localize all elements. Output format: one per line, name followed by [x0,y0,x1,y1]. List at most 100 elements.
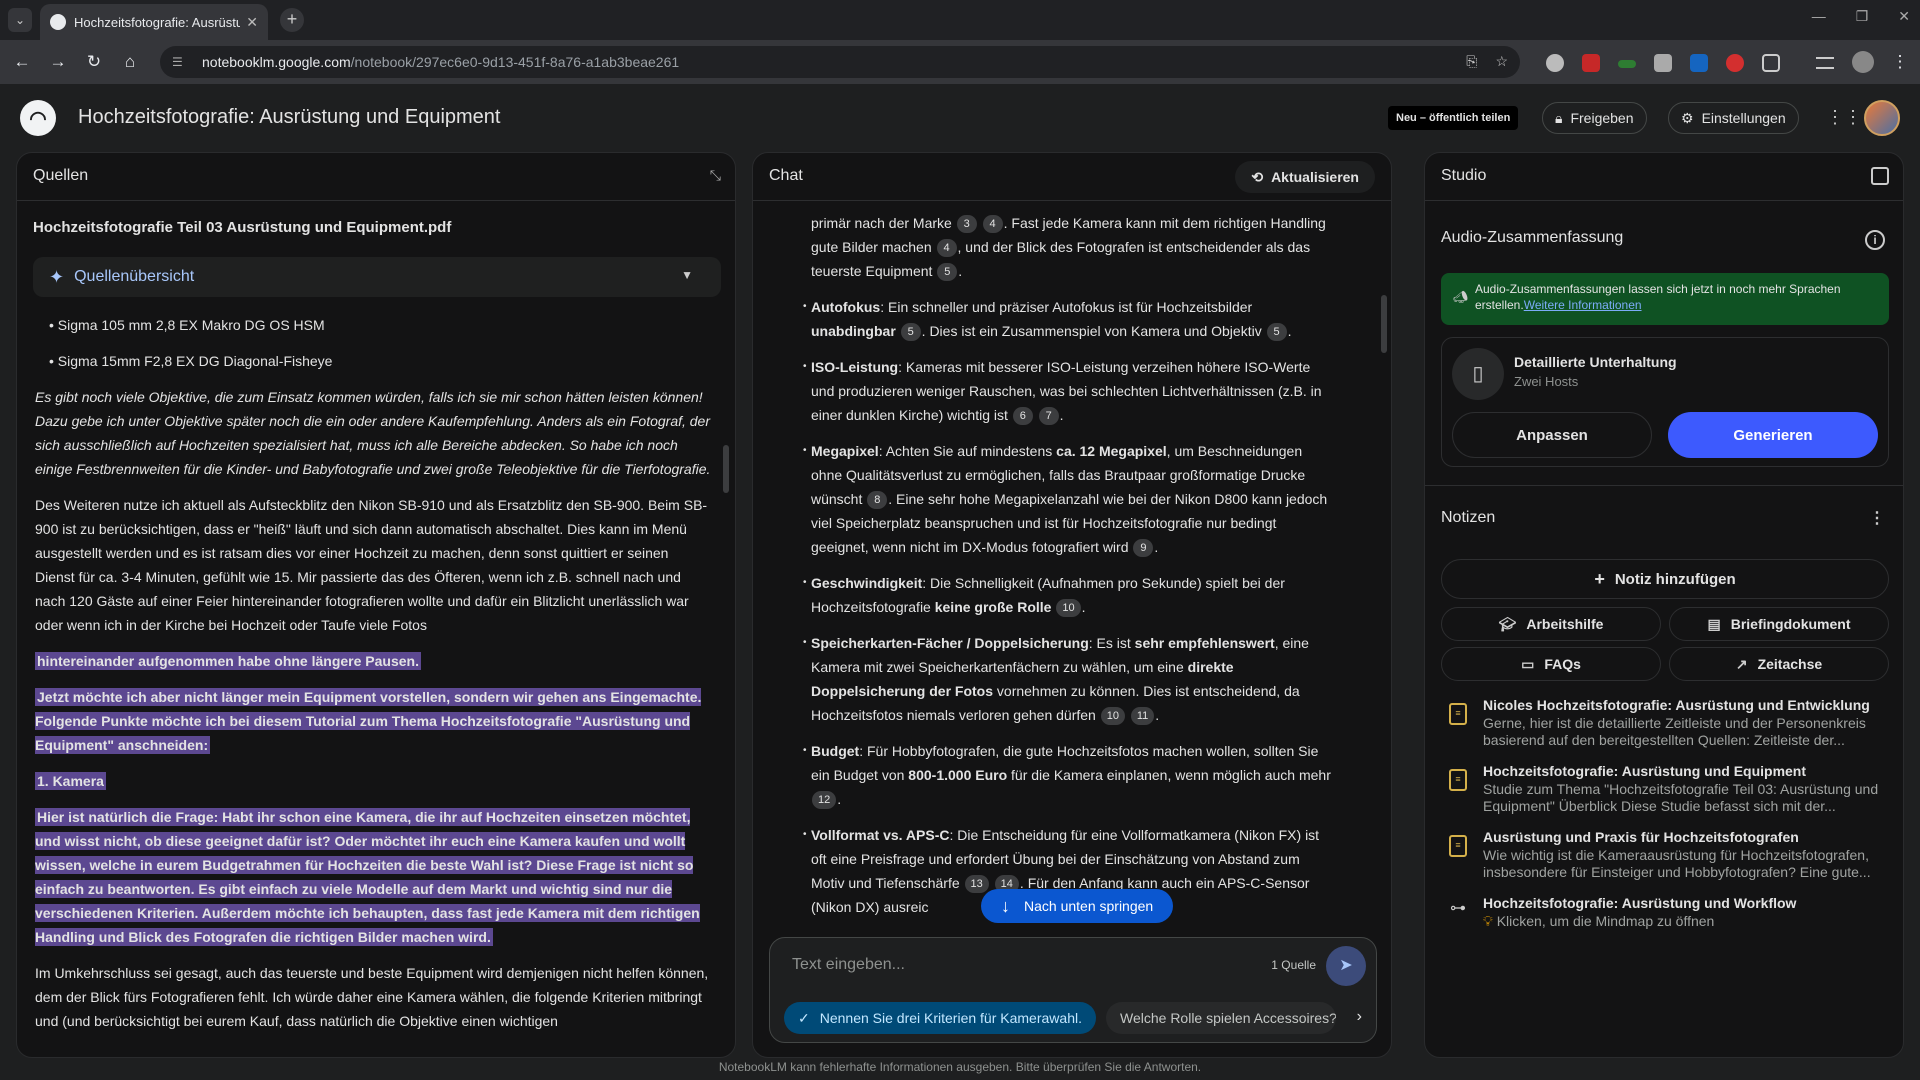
restore-icon[interactable]: ❐ [1856,8,1869,25]
citation-badge[interactable]: 8 [867,491,888,510]
citation-badge[interactable]: 7 [1038,407,1059,426]
chat-paragraph: primär nach der Marke 3 4. Fast jede Kam… [811,211,1331,283]
extension-icon-2[interactable] [1582,54,1600,72]
faq-label: FAQs [1544,656,1581,672]
note-icon: ≡ [1449,769,1467,791]
browser-tab[interactable]: Hochzeitsfotografie: Ausrüstung ✕ [40,4,268,40]
settings-button[interactable]: ⚙ Einstellungen [1668,102,1799,134]
info-icon[interactable]: i [1865,230,1885,250]
citation-badge[interactable]: 10 [1100,707,1125,726]
source-count: 1 Quelle [1271,958,1316,972]
share-button[interactable]: 🔒︎ Freigeben [1542,102,1647,134]
suggestion-chip[interactable]: ✓ Nennen Sie drei Kriterien für Kamerawa… [784,1002,1096,1034]
citation-badge[interactable]: 4 [982,215,1003,234]
home-icon[interactable]: ⌂ [118,50,142,74]
new-tab-button[interactable]: + [280,8,304,32]
note-item[interactable]: ≡ Nicoles Hochzeitsfotografie: Ausrüstun… [1441,697,1889,757]
chat-list-item: Autofokus: Ein schneller und präziser Au… [803,295,1331,343]
mindmap-item[interactable]: ⊶ Hochzeitsfotografie: Ausrüstung und Wo… [1441,895,1889,955]
install-app-icon[interactable]: ⎘ [1466,53,1477,70]
highlighted-text: Hier ist natürlich die Frage: Habt ihr s… [35,808,700,946]
citation-badge[interactable]: 9 [1133,539,1154,558]
back-icon[interactable]: ← [10,50,34,74]
notebook-title[interactable]: Hochzeitsfotografie: Ausrüstung und Equi… [78,106,500,129]
generate-button[interactable]: Generieren [1668,412,1878,458]
browser-menu-icon[interactable]: ⋮ [1888,50,1912,74]
address-bar[interactable]: ☰ notebooklm.google.com /notebook/297ec6… [160,46,1520,78]
customize-button[interactable]: Anpassen [1452,412,1652,458]
camera-extension-icon[interactable] [1654,54,1672,72]
reload-icon[interactable]: ↻ [82,50,106,74]
refresh-icon: ⟲ [1251,168,1264,185]
more-options-icon[interactable]: ⋮ [1869,508,1885,528]
chevron-right-icon[interactable]: › [1357,1008,1362,1026]
add-note-button[interactable]: + Notiz hinzufügen [1441,559,1889,599]
citation-badge[interactable]: 4 [936,239,957,258]
extension-icon-1[interactable] [1546,54,1564,72]
extensions-puzzle-icon[interactable] [1762,54,1780,72]
briefing-doc-button[interactable]: ▤ Briefingdokument [1669,607,1889,641]
citation-badge[interactable]: 6 [1012,407,1033,426]
suggestion-chip[interactable]: Welche Rolle spielen Accessoires? [1106,1002,1336,1034]
panel-layout-icon[interactable] [1871,167,1889,185]
tab-search-button[interactable]: ⌄ [8,8,32,32]
sources-scrollbar[interactable] [723,445,729,493]
notebooklm-logo-icon[interactable]: ◠ [20,100,56,136]
forward-icon[interactable]: → [46,50,70,74]
send-icon[interactable]: ➤ [1326,946,1366,986]
faq-button[interactable]: ▭ FAQs [1441,647,1661,681]
user-avatar[interactable] [1864,100,1900,136]
citation-badge[interactable]: 5 [1266,323,1287,342]
note-item[interactable]: ≡ Hochzeitsfotografie: Ausrüstung und Eq… [1441,763,1889,823]
bookmark-star-icon[interactable]: ☆ [1495,53,1508,70]
citation-badge[interactable]: 10 [1056,599,1081,618]
source-overview-toggle[interactable]: ✦ Quellenübersicht ▼ [33,257,721,297]
site-settings-icon[interactable]: ☰ [172,55,188,69]
study-guide-button[interactable]: 🎓︎ Arbeitshilfe [1441,607,1661,641]
chat-input-box: Text eingeben... 1 Quelle ➤ ✓ Nennen Sie… [769,937,1377,1043]
note-item[interactable]: ≡ Ausrüstung und Praxis für Hochzeitsfot… [1441,829,1889,889]
source-bullet-text: Sigma 105 mm 2,8 EX Makro DG OS HSM [57,317,325,333]
studio-title: Studio [1441,167,1487,184]
citation-badge[interactable]: 12 [812,791,837,810]
citation-badge[interactable]: 11 [1130,707,1155,726]
note-preview: Studie zum Thema "Hochzeitsfotografie Te… [1483,781,1879,814]
timeline-button[interactable]: ↗ Zeitachse [1669,647,1889,681]
highlighted-text: Jetzt möchte ich aber nicht länger mein … [35,688,702,754]
citation-badge[interactable]: 3 [956,215,977,234]
jump-to-bottom-button[interactable]: ↓ Nach unten springen [981,889,1174,923]
apps-grid-icon[interactable]: ⋮⋮ [1826,108,1862,128]
suggestion-label: Nennen Sie drei Kriterien für Kamerawahl… [819,1010,1082,1026]
minimize-icon[interactable]: — [1812,8,1826,25]
chat-input-field[interactable]: Text eingeben... [792,956,905,974]
media-control-icon[interactable] [1816,57,1834,69]
new-public-share-badge[interactable]: Neu – öffentlich teilen [1388,106,1519,130]
audio-overview-card: ▯ Detaillierte Unterhaltung Zwei Hosts A… [1441,337,1889,467]
source-bullet: • Sigma 105 mm 2,8 EX Makro DG OS HSM [49,317,325,333]
extension-icon-5[interactable] [1690,54,1708,72]
extension-icon-3[interactable] [1618,60,1636,68]
mindmap-icon: ⊶ [1450,900,1466,917]
mindmap-hint: Klicken, um die Mindmap zu öffnen [1496,913,1715,929]
extension-icon-6[interactable] [1726,54,1744,72]
podcast-file-icon: ▯ [1452,348,1504,400]
source-bullet-text: Sigma 15mm F2,8 EX DG Diagonal-Fisheye [57,353,333,369]
sources-title: Quellen [33,167,89,184]
citation-badge[interactable]: 5 [937,263,958,282]
close-tab-icon[interactable]: ✕ [246,14,258,31]
close-window-icon[interactable]: ✕ [1898,8,1910,25]
source-overview-label: Quellenübersicht [74,268,195,285]
citation-badge[interactable]: 13 [964,875,989,894]
sources-header: Quellen ⤡ [17,153,735,201]
audio-summary-title: Audio-Zusammenfassung [1441,229,1624,246]
chat-scrollbar[interactable] [1381,295,1387,353]
citation-badge[interactable]: 5 [900,323,921,342]
refresh-button[interactable]: ⟲ Aktualisieren [1235,161,1375,193]
plus-icon: + [1594,568,1605,589]
faq-icon: ▭ [1521,655,1535,672]
add-note-label: Notiz hinzufügen [1614,570,1736,588]
profile-avatar-icon[interactable] [1852,51,1874,73]
collapse-panel-icon[interactable]: ⤡ [710,167,721,184]
graduation-cap-icon: 🎓︎ [1498,615,1517,632]
learn-more-link[interactable]: Weitere Informationen [1524,298,1642,312]
